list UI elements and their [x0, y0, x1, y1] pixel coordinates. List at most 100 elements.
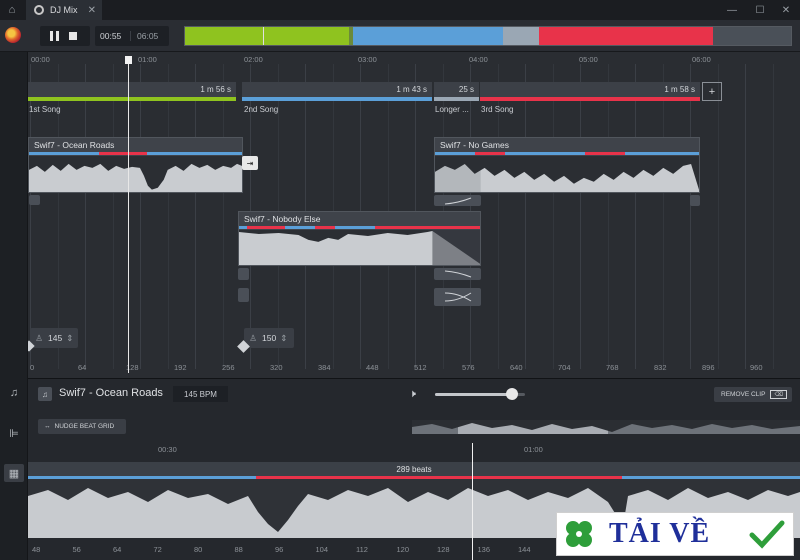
grid-line — [222, 64, 224, 369]
bpm-value: 145 — [48, 333, 63, 343]
metronome-icon: ♙ — [35, 332, 43, 343]
maximize-button[interactable]: ☐ — [746, 0, 774, 20]
beat-marker: 768 — [606, 363, 619, 372]
beat-marker: 56 — [72, 545, 81, 554]
app-window: ⌂ DJ Mix ✕ — ☐ ✕ 00:55 06:05 ♫ ⊫ ▦ 00:00… — [0, 0, 800, 560]
watermark-text: TẢI VỀ — [609, 518, 711, 549]
time-marker: 01:00 — [524, 445, 543, 454]
beat-markers — [239, 226, 480, 229]
song-name: 3rd Song — [481, 105, 514, 114]
grid-icon[interactable]: ▦ — [4, 464, 24, 482]
beat-marker: 192 — [174, 363, 187, 372]
time-marker: 04:00 — [469, 55, 488, 64]
time-marker: 05:00 — [579, 55, 598, 64]
clip-waveform — [239, 230, 480, 265]
grid-line — [85, 64, 86, 369]
disc-icon — [34, 5, 44, 15]
watermark-logo: TẢI VỀ — [556, 512, 794, 556]
grid-line — [635, 64, 636, 369]
left-sidebar: ♫ ⊫ ▦ — [0, 52, 28, 560]
beat-marker: 64 — [113, 545, 122, 554]
grid-line — [745, 64, 746, 369]
timeline-panel[interactable]: 00:00 01:00 02:00 03:00 04:00 05:00 06:0… — [28, 52, 800, 378]
volume-fill — [435, 393, 511, 396]
song-bar-1st-song[interactable]: 1 m 56 s — [28, 82, 236, 101]
beat-marker: 384 — [318, 363, 331, 372]
playhead-handle[interactable] — [125, 56, 132, 64]
beat-marker: 896 — [702, 363, 715, 372]
song-color-line — [480, 97, 700, 101]
app-logo-icon — [5, 27, 21, 43]
stepper-icon[interactable]: ⇕ — [280, 333, 287, 344]
song-duration: 25 s — [458, 85, 474, 94]
home-icon[interactable]: ⌂ — [0, 0, 24, 20]
mini-waveform-overview[interactable] — [412, 420, 800, 434]
beat-markers — [435, 152, 699, 155]
pause-icon[interactable] — [50, 31, 59, 41]
beat-marker: 72 — [153, 545, 162, 554]
remove-clip-label: REMOVE CLIP — [721, 391, 766, 398]
song-duration: 1 m 56 s — [200, 85, 231, 94]
tab-close-icon[interactable]: ✕ — [88, 5, 96, 16]
clip-no-games[interactable]: Swif7 - No Games — [434, 137, 700, 193]
editor-beat-markers — [28, 476, 800, 479]
grid-line — [525, 64, 526, 369]
song-bar-longer[interactable]: 25 s — [434, 82, 479, 101]
time-marker: 00:30 — [158, 445, 177, 454]
song-bar-2nd-song[interactable]: 1 m 43 s — [242, 82, 432, 101]
clip-handle[interactable] — [238, 268, 249, 280]
close-window-button[interactable]: ✕ — [772, 0, 800, 20]
overview-segment-2nd-song — [351, 27, 503, 45]
minimize-button[interactable]: — — [718, 0, 746, 20]
beat-marker: 320 — [270, 363, 283, 372]
checkmark-icon — [749, 520, 785, 549]
clip-handle[interactable] — [690, 195, 700, 206]
song-duration: 1 m 58 s — [664, 85, 695, 94]
song-name: 1st Song — [29, 105, 61, 114]
clip-handle[interactable] — [238, 288, 249, 302]
clip-ocean-roads[interactable]: Swif7 - Ocean Roads — [28, 137, 243, 193]
clip-title: Swif7 - No Games — [440, 140, 509, 150]
beat-marker: 104 — [315, 545, 329, 554]
playhead[interactable] — [128, 58, 129, 373]
music-note-icon[interactable]: ♫ — [4, 384, 24, 402]
stop-icon[interactable] — [69, 32, 77, 40]
mix-overview[interactable] — [184, 26, 792, 46]
fade-out-curve-button[interactable] — [434, 268, 481, 280]
beat-marker: 832 — [654, 363, 667, 372]
beat-marker: 88 — [234, 545, 243, 554]
metronome-icon: ♙ — [249, 332, 257, 343]
beat-markers — [29, 152, 242, 155]
nudge-beat-grid-button[interactable]: ↔ NUDGE BEAT GRID — [38, 419, 126, 434]
beats-count-bar: 289 beats — [28, 462, 800, 476]
beat-marker: 512 — [414, 363, 427, 372]
add-song-button[interactable]: + — [702, 82, 722, 101]
fade-in-curve-button[interactable] — [434, 195, 481, 206]
tab-dj-mix[interactable]: DJ Mix ✕ — [26, 0, 102, 20]
song-color-line — [434, 97, 479, 101]
clip-handle[interactable] — [29, 195, 40, 205]
clip-nobody-else[interactable]: Swif7 - Nobody Else — [238, 211, 481, 266]
stepper-icon[interactable]: ⇕ — [66, 333, 73, 344]
beat-marker: 0 — [30, 363, 35, 372]
grid-line — [140, 64, 141, 369]
song-bar-3rd-song[interactable]: 1 m 58 s — [480, 82, 700, 101]
overview-segment-3rd-song — [539, 27, 713, 45]
beat-marker: 80 — [194, 545, 203, 554]
clip-music-icon: ♫ — [38, 387, 52, 401]
nudge-label: NUDGE BEAT GRID — [54, 423, 115, 430]
beat-marker: 960 — [750, 363, 763, 372]
align-icon[interactable]: ⊫ — [4, 424, 24, 442]
grid-line — [690, 64, 691, 369]
time-marker: 01:00 — [138, 55, 157, 64]
editor-playhead[interactable] — [472, 443, 473, 560]
beat-marker: 136 — [477, 545, 491, 554]
title-bar: ⌂ DJ Mix ✕ — ☐ ✕ — [0, 0, 800, 20]
volume-knob[interactable] — [506, 388, 518, 400]
snap-icon[interactable]: ⇥ — [242, 156, 258, 170]
song-duration: 1 m 43 s — [396, 85, 427, 94]
bpm-control-1[interactable]: ♙ 145 ⇕ — [30, 328, 78, 348]
remove-clip-button[interactable]: REMOVE CLIP ⌫ — [714, 387, 792, 402]
bpm-control-2[interactable]: ♙ 150 ⇕ — [244, 328, 294, 348]
crossfade-curve-button[interactable] — [434, 288, 481, 306]
